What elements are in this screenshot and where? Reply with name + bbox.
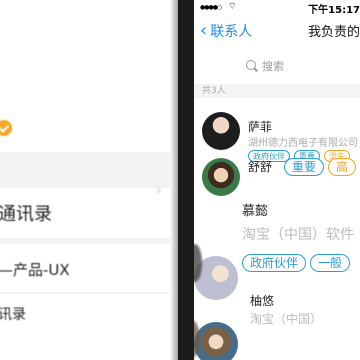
status-bar: ●●●●○ ⌔ 下午15:17 xyxy=(194,0,360,16)
avatar xyxy=(202,112,240,150)
nav-bar: ‹ 联系人 我负责的 xyxy=(194,16,360,46)
chevron-left-icon: ‹ xyxy=(200,20,208,41)
contact-row[interactable]: 柚悠 淘宝（中国） xyxy=(194,292,360,360)
wifi-icon: ⌔ xyxy=(228,2,237,12)
avatar xyxy=(202,158,240,196)
contact-count: 共3人 xyxy=(202,86,226,96)
chevron-right-icon: › xyxy=(155,180,162,199)
tag-badge: 重要 xyxy=(284,158,325,176)
contact-row[interactable]: 萨菲 湖州德力西电子有限公司 政府伙伴 重要 流失 xyxy=(194,104,360,162)
tag-list: 重要 高 xyxy=(284,158,357,176)
contact-name: 慕懿 xyxy=(242,204,269,219)
contact-row[interactable]: 淘宝（中国）软件 政府伙伴 一般 xyxy=(194,222,360,300)
status-time: 下午15:17 xyxy=(308,5,360,16)
search-icon xyxy=(246,60,256,70)
contact-row[interactable]: 舒舒 重要 高 xyxy=(194,150,360,196)
back-button[interactable]: ‹ 联系人 xyxy=(200,21,252,41)
contact-name: 舒舒 xyxy=(248,160,273,174)
menu-row-contacts-label: 通讯录 xyxy=(0,204,52,225)
menu-row-department-label: —产品-UX xyxy=(0,261,70,279)
page-title: 我负责的 xyxy=(308,25,360,40)
signal-icon: ●●●●○ xyxy=(200,4,222,11)
tag-badge: 一般 xyxy=(310,254,351,272)
section-header: 共3人 xyxy=(194,84,360,98)
search-placeholder: 搜索 xyxy=(262,60,284,73)
tag-list: 政府伙伴 一般 xyxy=(242,254,351,272)
back-label: 联系人 xyxy=(210,24,253,40)
avatar xyxy=(194,322,238,360)
contact-company: 湖州德力西电子有限公司 xyxy=(248,138,358,149)
tag-badge: 政府伙伴 xyxy=(242,254,307,272)
contact-company: 淘宝（中国） xyxy=(250,312,323,326)
tag-badge: 高 xyxy=(328,158,357,176)
menu-row-address-book-label: 讯录 xyxy=(0,307,26,323)
profile-card xyxy=(0,0,170,152)
phone-screen: ●●●●○ ⌔ 下午15:17 ‹ 联系人 我负责的 搜索 共3人 萨菲 湖州德… xyxy=(194,0,360,360)
search-bar[interactable]: 搜索 xyxy=(194,56,360,78)
background-screen: 通讯录 —产品-UX 讯录 › xyxy=(0,0,170,360)
phone-frame-edge xyxy=(170,0,194,360)
contact-company: 淘宝（中国）软件 xyxy=(242,227,354,243)
contact-name: 萨菲 xyxy=(248,120,273,134)
contact-name: 柚悠 xyxy=(250,294,275,308)
